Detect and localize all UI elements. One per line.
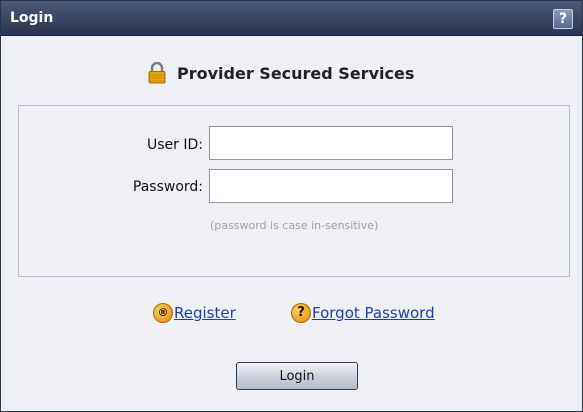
question-icon: ? <box>291 303 311 323</box>
user-id-label: User ID: <box>147 137 203 153</box>
forgot-password-link[interactable]: ? Forgot Password <box>291 303 435 323</box>
password-input[interactable] <box>209 169 453 203</box>
forgot-password-label[interactable]: Forgot Password <box>312 304 435 322</box>
lock-icon <box>148 62 166 84</box>
page-heading: Provider Secured Services <box>147 60 414 86</box>
register-link-label[interactable]: Register <box>174 304 236 322</box>
links-row: ® Register ? Forgot Password <box>1 303 582 327</box>
registered-icon: ® <box>153 303 173 323</box>
password-hint: (password is case in-sensitive) <box>210 219 379 232</box>
register-link[interactable]: ® Register <box>153 303 236 323</box>
login-panel: Login ? Provider Secured Services User I… <box>0 0 583 412</box>
password-label: Password: <box>132 179 203 195</box>
help-button[interactable]: ? <box>553 9 573 29</box>
heading-text: Provider Secured Services <box>177 63 415 83</box>
title-bar: Login ? <box>1 1 582 36</box>
login-button[interactable]: Login <box>236 362 358 390</box>
window-title: Login <box>10 10 54 26</box>
user-id-input[interactable] <box>209 126 453 160</box>
